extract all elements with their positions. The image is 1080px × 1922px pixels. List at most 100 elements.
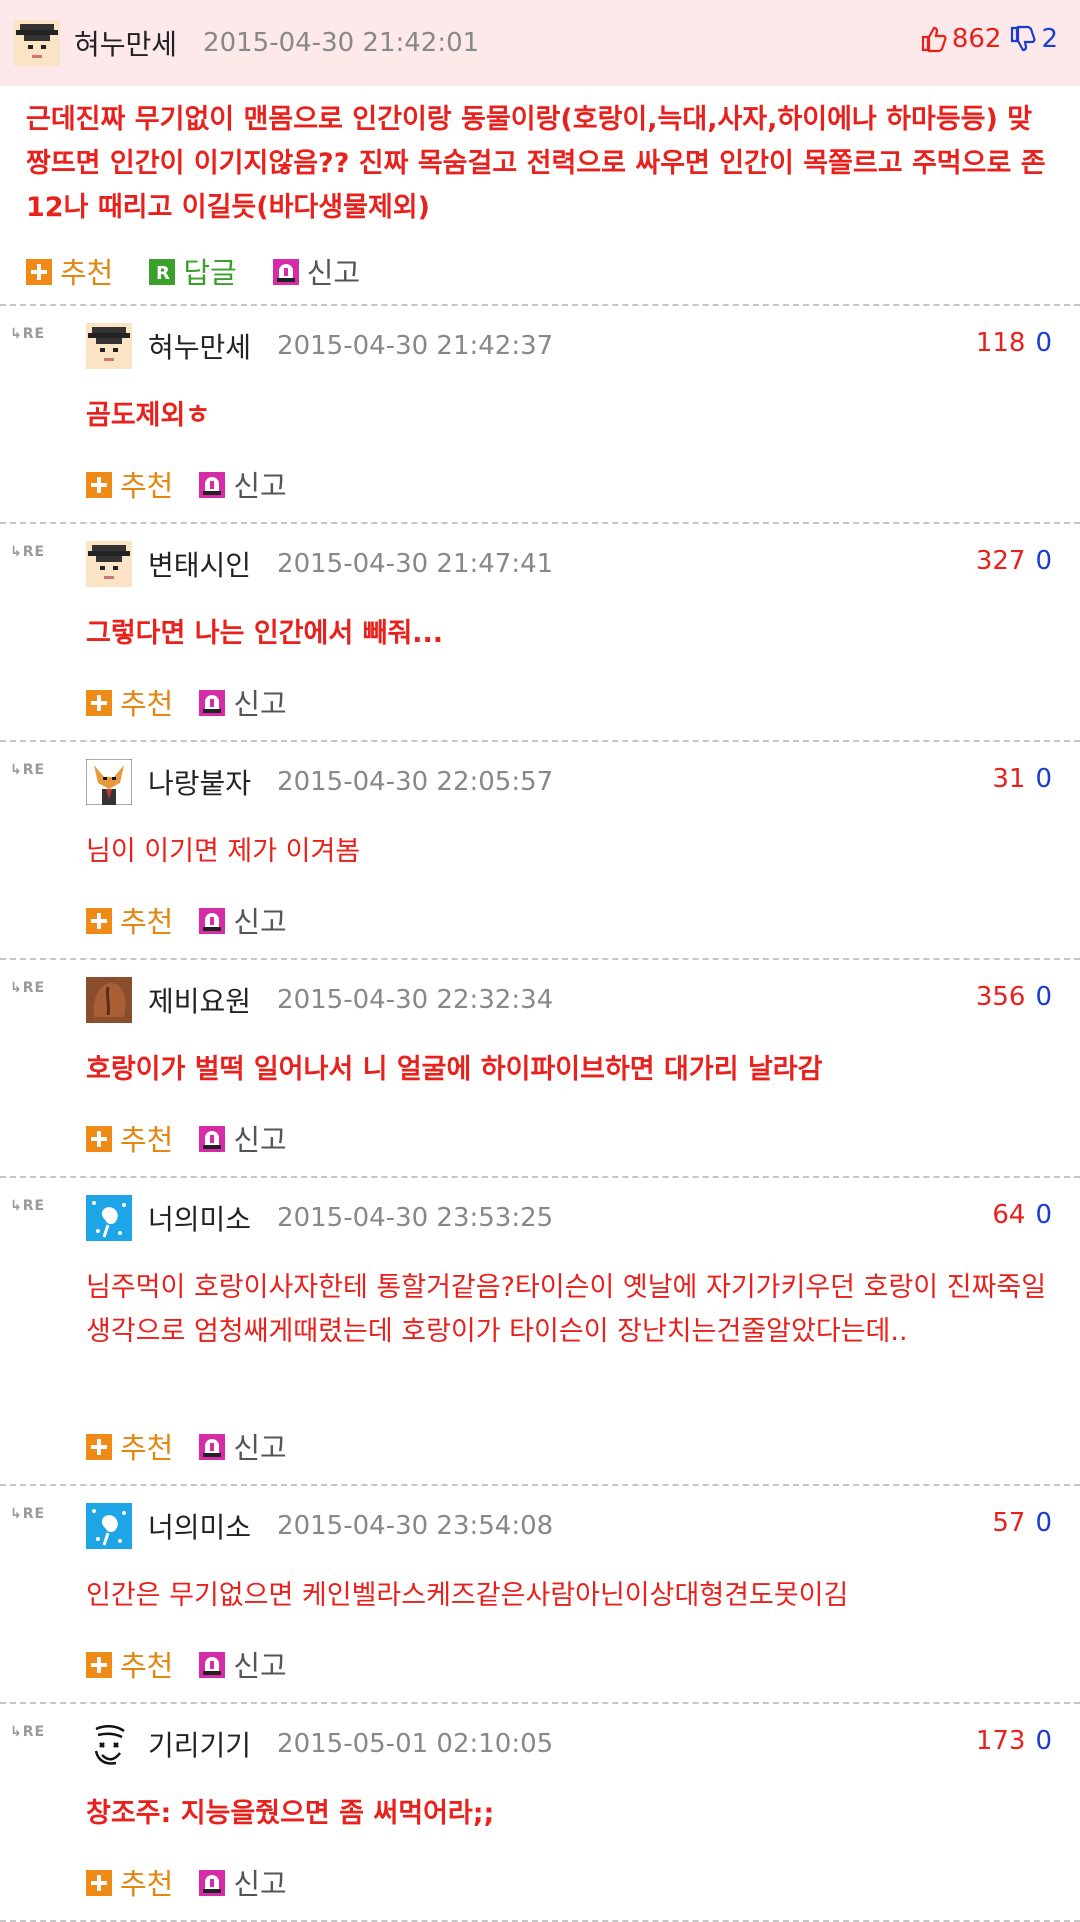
report-label: 신고 [233, 905, 287, 939]
avatar[interactable] [86, 323, 132, 369]
reply-item: ↳RE 너의미소 2015-04-30 23:54:08 57 0 인간은 무기없… [0, 1486, 1080, 1702]
reply-author[interactable]: 너의미소 [148, 1198, 251, 1238]
grad-cap-icon [86, 323, 132, 369]
report-button[interactable]: 신고 [199, 1861, 287, 1903]
reply-up-count[interactable]: 64 [992, 1200, 1025, 1230]
scribble-face-icon [86, 1721, 132, 1767]
reply-arrow-icon: ↳RE [10, 1506, 46, 1522]
reply-author[interactable]: 나랑붙자 [148, 762, 251, 802]
report-button[interactable]: 신고 [199, 899, 287, 941]
reply-down-count[interactable]: 0 [1035, 764, 1052, 794]
post-date: 2015-04-30 21:42:01 [203, 28, 480, 58]
reply-down-count[interactable]: 0 [1035, 1508, 1052, 1538]
reply-down-count[interactable]: 0 [1035, 982, 1052, 1012]
post-down-count: 2 [1041, 24, 1058, 54]
reply-date: 2015-04-30 23:54:08 [277, 1511, 554, 1541]
reply-date: 2015-04-30 21:42:37 [277, 331, 554, 361]
recommend-button[interactable]: 추천 [86, 463, 173, 505]
thumbs-down-icon[interactable] [1009, 25, 1037, 53]
avatar[interactable] [86, 1503, 132, 1549]
reply-down-count[interactable]: 0 [1035, 546, 1052, 576]
recommend-label: 추천 [120, 1123, 174, 1157]
reply-author[interactable]: 제비요원 [148, 980, 251, 1020]
recommend-button[interactable]: 추천 [26, 250, 113, 292]
report-label: 신고 [233, 1649, 287, 1683]
reply-author[interactable]: 기리기기 [148, 1724, 251, 1764]
report-label: 신고 [233, 1867, 287, 1901]
reply-body: 창조주: 지능을줬으면 좀 써먹어라;; [86, 1798, 495, 1829]
reply-item: ↳RE 제비요원 2015-04-30 22:32:34 356 0 호랑이가 벌… [0, 960, 1080, 1176]
reply-up-count[interactable]: 356 [976, 982, 1026, 1012]
reply-prefix: RE [22, 1506, 46, 1522]
report-button[interactable]: 신고 [272, 250, 361, 292]
post-votes: 862 2 [920, 24, 1058, 54]
avatar[interactable] [86, 541, 132, 587]
reply-header: 너의미소 2015-04-30 23:54:08 [86, 1500, 553, 1552]
reply-prefix: RE [22, 1198, 46, 1214]
reply-down-count[interactable]: 0 [1035, 1726, 1052, 1756]
reply-body: 그렇다면 나는 인간에서 빼줘... [86, 618, 444, 649]
brown-blob-icon [86, 977, 132, 1023]
reply-down-count[interactable]: 0 [1035, 328, 1052, 358]
reply-author[interactable]: 혀누만세 [148, 326, 251, 366]
reply-r-icon: R [149, 258, 176, 285]
avatar[interactable] [86, 1721, 132, 1767]
reply-up-count[interactable]: 118 [976, 328, 1026, 358]
avatar[interactable] [86, 977, 132, 1023]
reply-score: 118 0 [976, 328, 1052, 358]
grad-cap-icon [86, 541, 132, 587]
recommend-button[interactable]: 추천 [86, 1425, 173, 1467]
reply-item: ↳RE 변태시인 2015-04-30 21:47:41 327 0 그렇다면 나… [0, 524, 1080, 740]
reply-header: 제비요원 2015-04-30 22:32:34 [86, 974, 553, 1026]
reply-author[interactable]: 너의미소 [148, 1506, 251, 1546]
avatar[interactable] [86, 1195, 132, 1241]
reply-date: 2015-04-30 21:47:41 [277, 549, 554, 579]
reply-author[interactable]: 변태시인 [148, 544, 251, 584]
reply-body: 호랑이가 벌떡 일어나서 니 얼굴에 하이파이브하면 대가리 날라감 [86, 1054, 823, 1085]
reply-button[interactable]: R 답글 [149, 250, 237, 292]
reply-actions: 추천 신고 [86, 1644, 313, 1684]
reply-score: 327 0 [976, 546, 1052, 576]
post-header: 혀누만세 2015-04-30 21:42:01 862 2 [0, 0, 1080, 86]
siren-icon [199, 1651, 226, 1678]
report-button[interactable]: 신고 [199, 463, 287, 505]
report-button[interactable]: 신고 [199, 1117, 287, 1159]
reply-header: 혀누만세 2015-04-30 21:42:37 [86, 320, 553, 372]
reply-actions: 추천 신고 [86, 682, 313, 722]
recommend-button[interactable]: 추천 [86, 1643, 173, 1685]
reply-prefix: RE [22, 1724, 46, 1740]
recommend-label: 추천 [120, 469, 174, 503]
reply-prefix: RE [22, 980, 46, 996]
reply-up-count[interactable]: 327 [976, 546, 1026, 576]
reply-down-count[interactable]: 0 [1035, 1200, 1052, 1230]
thumbs-up-icon[interactable] [920, 25, 948, 53]
recommend-button[interactable]: 추천 [86, 681, 173, 723]
report-button[interactable]: 신고 [199, 681, 287, 723]
siren-icon [199, 907, 226, 934]
reply-up-count[interactable]: 57 [992, 1508, 1025, 1538]
siren-icon [199, 689, 226, 716]
reply-date: 2015-04-30 22:05:57 [277, 767, 554, 797]
reply-up-count[interactable]: 173 [976, 1726, 1026, 1756]
report-button[interactable]: 신고 [199, 1425, 287, 1467]
plus-icon [86, 1869, 112, 1896]
report-label: 신고 [306, 256, 361, 290]
recommend-label: 추천 [120, 1867, 174, 1901]
report-label: 신고 [233, 1431, 287, 1465]
reply-date: 2015-04-30 23:53:25 [277, 1203, 554, 1233]
recommend-button[interactable]: 추천 [86, 899, 173, 941]
recommend-button[interactable]: 추천 [86, 1117, 173, 1159]
reply-score: 64 0 [992, 1200, 1052, 1230]
plus-icon [86, 1433, 112, 1460]
reply-date: 2015-05-01 02:10:05 [277, 1729, 554, 1759]
report-button[interactable]: 신고 [199, 1643, 287, 1685]
plus-icon [26, 258, 52, 285]
reply-up-count[interactable]: 31 [992, 764, 1025, 794]
reply-label: 답글 [183, 256, 237, 290]
recommend-button[interactable]: 추천 [86, 1861, 173, 1903]
avatar[interactable] [14, 20, 60, 66]
post-author[interactable]: 혀누만세 [74, 23, 177, 63]
reply-score: 57 0 [992, 1508, 1052, 1538]
avatar[interactable] [86, 759, 132, 805]
blue-splash-icon [86, 1503, 132, 1549]
